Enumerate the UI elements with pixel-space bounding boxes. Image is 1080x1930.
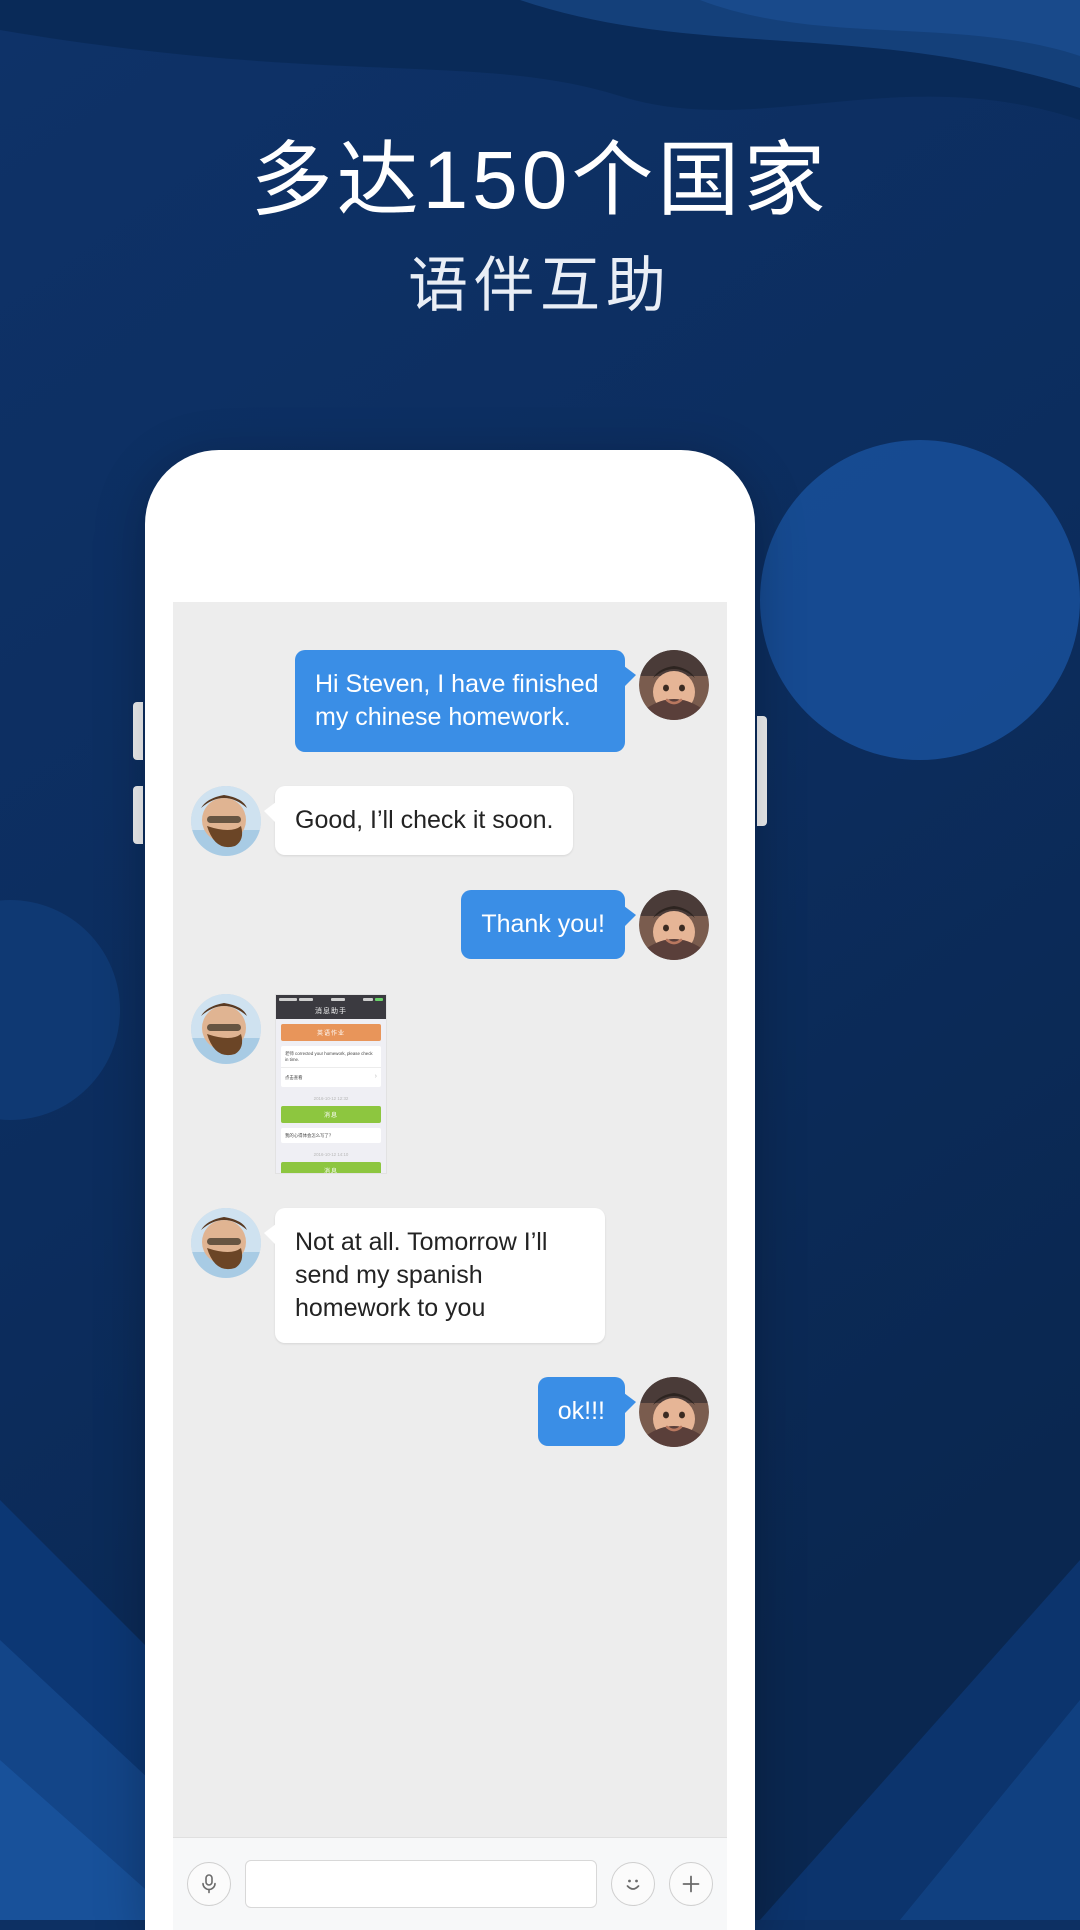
avatar[interactable] (191, 1208, 261, 1278)
avatar[interactable] (639, 650, 709, 720)
chat-screen: Hi Steven, I have finished my chinese ho… (173, 602, 727, 1930)
mini-bluetooth-icon (363, 997, 373, 1001)
mini-clock-icon (331, 997, 345, 1001)
mini-text-line: 我的心得体会怎么写了？ (285, 1132, 334, 1138)
page-subtitle: 语伴互助 (408, 252, 672, 319)
mini-link-row[interactable]: 点击查看 › (281, 1068, 381, 1087)
message-bubble[interactable]: Not at all. Tomorrow I’ll send my spanis… (264, 1208, 605, 1343)
mini-card: 老师 corrected your homework, please check… (281, 1046, 381, 1087)
message-row-outgoing: Hi Steven, I have finished my chinese ho… (191, 650, 709, 752)
mini-status-bar (276, 995, 386, 1003)
mini-timestamp: 2016-10-12 14:10 (313, 1152, 349, 1158)
page-title: 多达150个国家 (250, 135, 830, 226)
avatar[interactable] (639, 890, 709, 960)
phone-mockup: Hi Steven, I have finished my chinese ho… (145, 450, 755, 1930)
message-row-incoming: Good, I’ll check it soon. (191, 786, 709, 856)
smiley-icon (626, 1879, 640, 1890)
message-bubble[interactable]: Hi Steven, I have finished my chinese ho… (295, 650, 636, 752)
mini-green-button-1[interactable]: 消息 (281, 1105, 381, 1123)
mini-green-button-2[interactable]: 消息 (281, 1162, 381, 1173)
plus-icon (682, 1875, 700, 1893)
screenshot-thumbnail[interactable]: 消息助手 英语作业 老师 corrected your homework, pl… (275, 994, 387, 1174)
message-row-outgoing: ok!!! (191, 1377, 709, 1447)
message-row-incoming-image: 消息助手 英语作业 老师 corrected your homework, pl… (191, 994, 709, 1174)
avatar[interactable] (639, 1377, 709, 1447)
message-list[interactable]: Hi Steven, I have finished my chinese ho… (173, 602, 727, 1837)
mini-timestamp: 2016-10-12 12:32 (313, 1095, 349, 1101)
microphone-icon (202, 1874, 216, 1894)
mini-nav-title: 消息助手 (276, 1003, 386, 1019)
phone-volume-up-button (133, 702, 143, 760)
message-row-incoming: Not at all. Tomorrow I’ll send my spanis… (191, 1208, 709, 1343)
voice-record-button[interactable] (187, 1862, 231, 1906)
mini-battery-icon (375, 997, 383, 1001)
hero-text-block: 多达150个国家 语伴互助 (0, 140, 1080, 316)
mini-card: 我的心得体会怎么写了？ (281, 1127, 381, 1144)
message-bubble[interactable]: Good, I’ll check it soon. (263, 786, 574, 855)
message-bubble[interactable]: Thank you! (461, 890, 636, 959)
chevron-right-icon: › (374, 1073, 377, 1080)
phone-power-button (757, 716, 767, 826)
message-input[interactable] (245, 1860, 597, 1908)
chat-input-toolbar (173, 1837, 727, 1930)
mini-text-line: 老师 corrected your homework, please check… (281, 1046, 381, 1068)
mini-content: 英语作业 老师 corrected your homework, please … (276, 1019, 386, 1173)
image-attachment[interactable]: 消息助手 英语作业 老师 corrected your homework, pl… (275, 994, 387, 1174)
phone-volume-down-button (133, 786, 143, 844)
avatar[interactable] (191, 994, 261, 1064)
mini-wifi-icon (299, 997, 313, 1001)
mini-link-label: 点击查看 (285, 1074, 303, 1080)
emoji-button[interactable] (611, 1862, 655, 1906)
mini-banner: 英语作业 (281, 1024, 381, 1041)
message-row-outgoing: Thank you! (191, 890, 709, 960)
more-options-button[interactable] (669, 1862, 713, 1906)
mini-carrier-icon (279, 997, 297, 1001)
avatar[interactable] (191, 786, 261, 856)
message-bubble[interactable]: ok!!! (537, 1377, 637, 1446)
